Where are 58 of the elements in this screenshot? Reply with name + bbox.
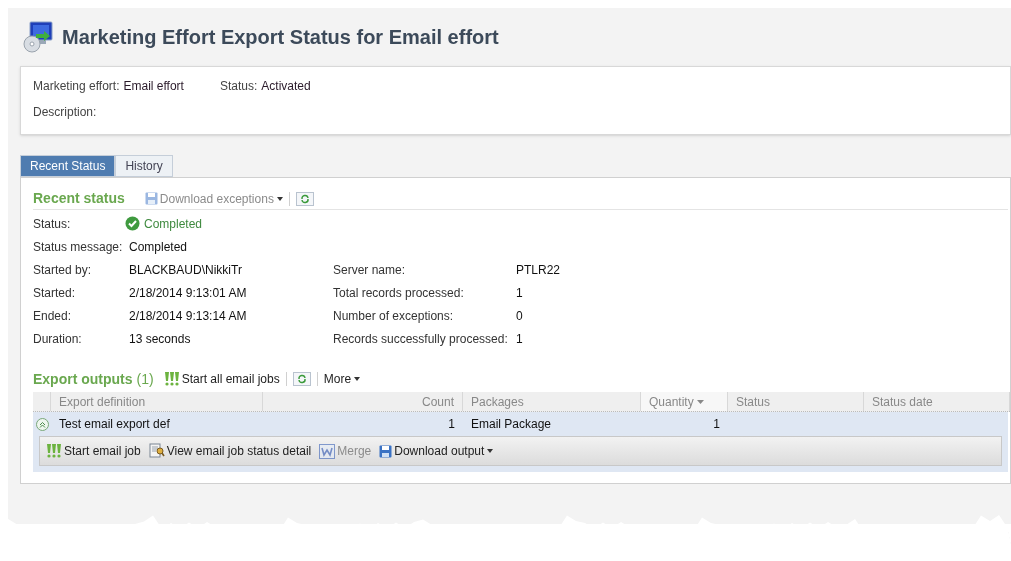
field-value: Activated bbox=[261, 78, 311, 95]
field-label: Marketing effort: bbox=[33, 78, 120, 95]
field-label: Status message: bbox=[33, 238, 124, 256]
status-value: Completed bbox=[144, 215, 203, 233]
table-cell: Email Package bbox=[471, 417, 552, 431]
section-count: (1) bbox=[136, 369, 154, 389]
field-value: Email effort bbox=[123, 78, 184, 95]
field-value: 1 bbox=[516, 284, 523, 302]
table-cell: 1 bbox=[448, 417, 455, 431]
table-cell: 1 bbox=[713, 417, 720, 431]
check-circle-icon bbox=[125, 216, 140, 231]
collapse-button[interactable] bbox=[36, 417, 49, 431]
tab[interactable]: Recent Status bbox=[20, 155, 116, 177]
field-label: Description: bbox=[33, 104, 98, 121]
refresh-icon bbox=[296, 374, 307, 384]
field-value: 1 bbox=[516, 330, 523, 348]
refresh-icon bbox=[299, 193, 310, 204]
field-label: Status: bbox=[33, 215, 72, 233]
section-title: Recent status bbox=[33, 189, 125, 208]
toolbar-button[interactable]: View email job status detail bbox=[148, 442, 312, 460]
tab[interactable]: History bbox=[115, 155, 173, 177]
column-header[interactable]: Status bbox=[728, 392, 864, 411]
exclamation-marks-icon bbox=[46, 443, 62, 459]
field-value: 2/18/2014 9:13:14 AM bbox=[129, 307, 247, 325]
document-magnifier-icon bbox=[148, 443, 165, 459]
table-cell: Test email export def bbox=[59, 417, 170, 431]
field-label: Server name: bbox=[333, 261, 407, 279]
refresh-button[interactable] bbox=[292, 372, 311, 386]
toolbar-button[interactable]: Download output bbox=[379, 442, 494, 460]
toolbar-button[interactable]: Start email job bbox=[46, 442, 141, 460]
exclamation-marks-icon bbox=[163, 371, 180, 387]
field-value: PTLR22 bbox=[516, 261, 561, 279]
field-label: Started: bbox=[33, 284, 77, 302]
field-label: Status: bbox=[219, 78, 258, 95]
column-header[interactable]: Quantity bbox=[641, 392, 728, 411]
column-header[interactable]: Export definition bbox=[51, 392, 263, 411]
field-value: 0 bbox=[516, 307, 523, 325]
column-header[interactable]: Count bbox=[263, 392, 463, 411]
refresh-button[interactable] bbox=[295, 191, 314, 206]
monitor-disc-icon bbox=[22, 20, 54, 54]
word-document-icon bbox=[319, 443, 336, 459]
toolbar-button[interactable]: Start all email jobs bbox=[163, 370, 280, 388]
field-label: Number of exceptions: bbox=[333, 307, 455, 325]
section-title: Export outputs bbox=[33, 369, 133, 389]
field-value: Completed bbox=[129, 238, 188, 256]
field-label: Started by: bbox=[33, 261, 93, 279]
field-value: BLACKBAUD\NikkiTr bbox=[129, 261, 242, 279]
field-label: Duration: bbox=[33, 330, 83, 348]
column-header[interactable]: Status date bbox=[864, 392, 1010, 411]
field-label: Ended: bbox=[33, 307, 73, 325]
field-value: 2/18/2014 9:13:01 AM bbox=[129, 284, 247, 302]
sort-caret-icon bbox=[696, 399, 704, 404]
page-title: Marketing Effort Export Status for Email effort bbox=[62, 25, 499, 50]
more-menu[interactable]: More bbox=[323, 370, 361, 388]
field-label: Records successfully processed: bbox=[333, 330, 509, 348]
chevron-up-icon bbox=[39, 420, 46, 428]
field-label: Total records processed: bbox=[333, 284, 465, 302]
field-value: 13 seconds bbox=[129, 330, 191, 348]
